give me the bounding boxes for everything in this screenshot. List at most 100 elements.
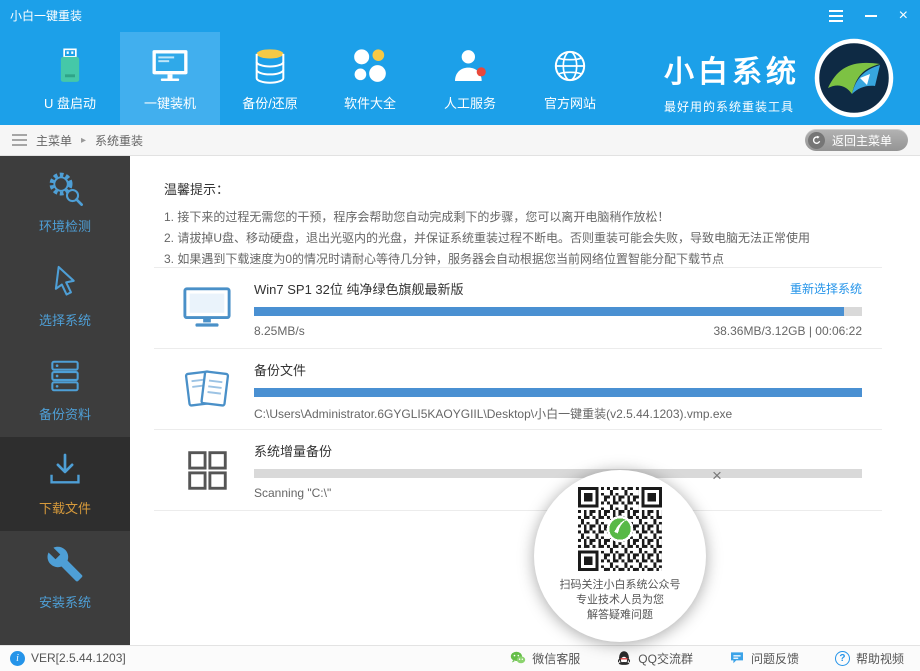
qq-group-link[interactable]: QQ交流群 (616, 650, 693, 667)
qr-code-image (578, 487, 662, 571)
backup-title: 备份文件 (254, 360, 306, 379)
monitor-outline-icon (182, 283, 232, 333)
brand-name: 小白系统 (664, 47, 800, 91)
download-row: Win7 SP1 32位 纯净绿色旗舰最新版 重新选择系统 8.25MB/s 3… (154, 268, 882, 349)
wechat-service-link[interactable]: 微信客服 (510, 650, 580, 667)
download-title: Win7 SP1 32位 纯净绿色旗舰最新版 (254, 279, 464, 298)
nav-item-usb-boot[interactable]: U 盘启动 (20, 32, 120, 125)
reselect-system-link[interactable]: 重新选择系统 (790, 280, 862, 297)
close-icon[interactable]: × (899, 8, 908, 24)
return-main-menu-button[interactable]: 返回主菜单 (805, 129, 908, 151)
brand-logo-icon (814, 38, 894, 118)
download-status: 38.36MB/3.12GB | 00:06:22 (713, 324, 862, 338)
files-icon (182, 364, 232, 414)
wechat-icon (510, 650, 526, 666)
nav-item-service[interactable]: 人工服务 (420, 32, 520, 125)
back-arrow-icon (808, 132, 825, 149)
globe-icon (550, 46, 590, 86)
backup-row: 备份文件 C:\Users\Administrator.6GYGLI5KAOYG… (154, 349, 882, 430)
statusbar-link-label: 微信客服 (532, 650, 580, 667)
step-sidebar: 环境检测 选择系统 备份资料 (0, 155, 130, 645)
qr-popup: 扫码关注小白系统公众号 专业技术人员为您 解答疑难问题 (534, 470, 706, 642)
detect-icon (46, 169, 84, 207)
feedback-link[interactable]: 问题反馈 (729, 650, 799, 667)
statusbar-link-label: 帮助视频 (856, 650, 904, 667)
sidebar-label: 选择系统 (39, 310, 91, 329)
sidebar-label: 环境检测 (39, 216, 91, 235)
apps-icon (350, 46, 390, 86)
menu-icon[interactable] (829, 8, 843, 24)
backup-progress-bar (254, 388, 862, 397)
sidebar-item-install-system[interactable]: 安装系统 (0, 531, 130, 625)
brand: 小白系统 最好用的系统重装工具 (664, 47, 800, 115)
breadcrumb-bar: 主菜单 ▸ 系统重装 返回主菜单 (0, 125, 920, 156)
top-nav: U 盘启动 一键装机 (0, 32, 920, 125)
tip-line: 1. 接下来的过程无需您的干预，程序会帮助您自动完成剩下的步骤，您可以离开电脑稍… (164, 207, 892, 228)
monitor-icon (150, 46, 190, 86)
nav-item-one-click-install[interactable]: 一键装机 (120, 32, 220, 125)
incremental-status: Scanning "C:\" (254, 486, 331, 500)
list-icon (12, 134, 27, 146)
nav-label: 一键装机 (144, 93, 196, 112)
statusbar-link-label: 问题反馈 (751, 650, 799, 667)
download-icon (46, 451, 84, 489)
sidebar-label: 下载文件 (39, 498, 91, 517)
incremental-row-body: 系统增量备份 Scanning "C:\" (254, 441, 862, 500)
nav-label: 人工服务 (444, 93, 496, 112)
breadcrumb: 主菜单 ▸ 系统重装 (12, 125, 143, 155)
download-speed: 8.25MB/s (254, 324, 305, 338)
nav-item-website[interactable]: 官方网站 (520, 32, 620, 125)
install-icon (46, 545, 84, 583)
help-icon: ? (835, 651, 850, 666)
sidebar-item-backup-data[interactable]: 备份资料 (0, 343, 130, 437)
sidebar-item-env-check[interactable]: 环境检测 (0, 155, 130, 249)
backup-data-icon (46, 357, 84, 395)
nav-label: 备份/还原 (242, 93, 298, 112)
download-progress-bar (254, 307, 862, 316)
minimize-icon[interactable] (865, 8, 877, 24)
sidebar-label: 备份资料 (39, 404, 91, 423)
progress-rows: Win7 SP1 32位 纯净绿色旗舰最新版 重新选择系统 8.25MB/s 3… (154, 267, 882, 511)
qr-caption-line: 专业技术人员为您 (534, 593, 706, 608)
window-controls: × (829, 0, 908, 32)
statusbar-link-label: QQ交流群 (638, 650, 693, 667)
backup-progress-fill (254, 388, 862, 397)
qq-icon (616, 650, 632, 666)
qr-caption-line: 扫码关注小白系统公众号 (534, 578, 706, 593)
version-area: i VER[2.5.44.1203] (10, 646, 126, 670)
window-title: 小白一键重装 (10, 0, 82, 32)
nav-label: 软件大全 (344, 93, 396, 112)
nav-label: 官方网站 (544, 93, 596, 112)
incremental-backup-row: 系统增量备份 Scanning "C:\" (154, 430, 882, 511)
titlebar: 小白一键重装 × (0, 0, 920, 32)
chevron-right-icon: ▸ (81, 135, 86, 146)
statusbar-links: 微信客服 QQ交流群 问题反 (510, 646, 904, 670)
sidebar-label: 安装系统 (39, 592, 91, 611)
nav-item-backup-restore[interactable]: 备份/还原 (220, 32, 320, 125)
qr-caption-line: 解答疑难问题 (534, 608, 706, 623)
incremental-progress-bar (254, 469, 862, 478)
sidebar-item-select-system[interactable]: 选择系统 (0, 249, 130, 343)
nav-items: U 盘启动 一键装机 (20, 32, 620, 125)
version-label: VER[2.5.44.1203] (31, 651, 126, 665)
feedback-icon (729, 650, 745, 666)
info-icon: i (10, 651, 25, 666)
help-video-link[interactable]: ? 帮助视频 (835, 650, 904, 667)
tips-block: 温馨提示： 1. 接下来的过程无需您的干预，程序会帮助您自动完成剩下的步骤，您可… (164, 179, 892, 270)
windows-icon (182, 445, 232, 495)
back-button-label: 返回主菜单 (832, 132, 892, 149)
nav-item-software[interactable]: 软件大全 (320, 32, 420, 125)
download-progress-fill (254, 307, 844, 316)
brand-slogan: 最好用的系统重装工具 (664, 98, 800, 115)
breadcrumb-main-menu[interactable]: 主菜单 (36, 132, 72, 149)
qr-close-icon[interactable]: × (707, 466, 727, 486)
person-icon (450, 46, 490, 86)
main-content: 温馨提示： 1. 接下来的过程无需您的干预，程序会帮助您自动完成剩下的步骤，您可… (130, 155, 920, 645)
tips-title: 温馨提示： (164, 179, 892, 198)
status-bar: i VER[2.5.44.1203] 微信客服 (0, 645, 920, 671)
usb-icon (50, 46, 90, 86)
sidebar-item-download-files[interactable]: 下载文件 (0, 437, 130, 531)
download-row-body: Win7 SP1 32位 纯净绿色旗舰最新版 重新选择系统 8.25MB/s 3… (254, 279, 862, 338)
backup-row-body: 备份文件 C:\Users\Administrator.6GYGLI5KAOYG… (254, 360, 862, 422)
select-system-icon (46, 263, 84, 301)
